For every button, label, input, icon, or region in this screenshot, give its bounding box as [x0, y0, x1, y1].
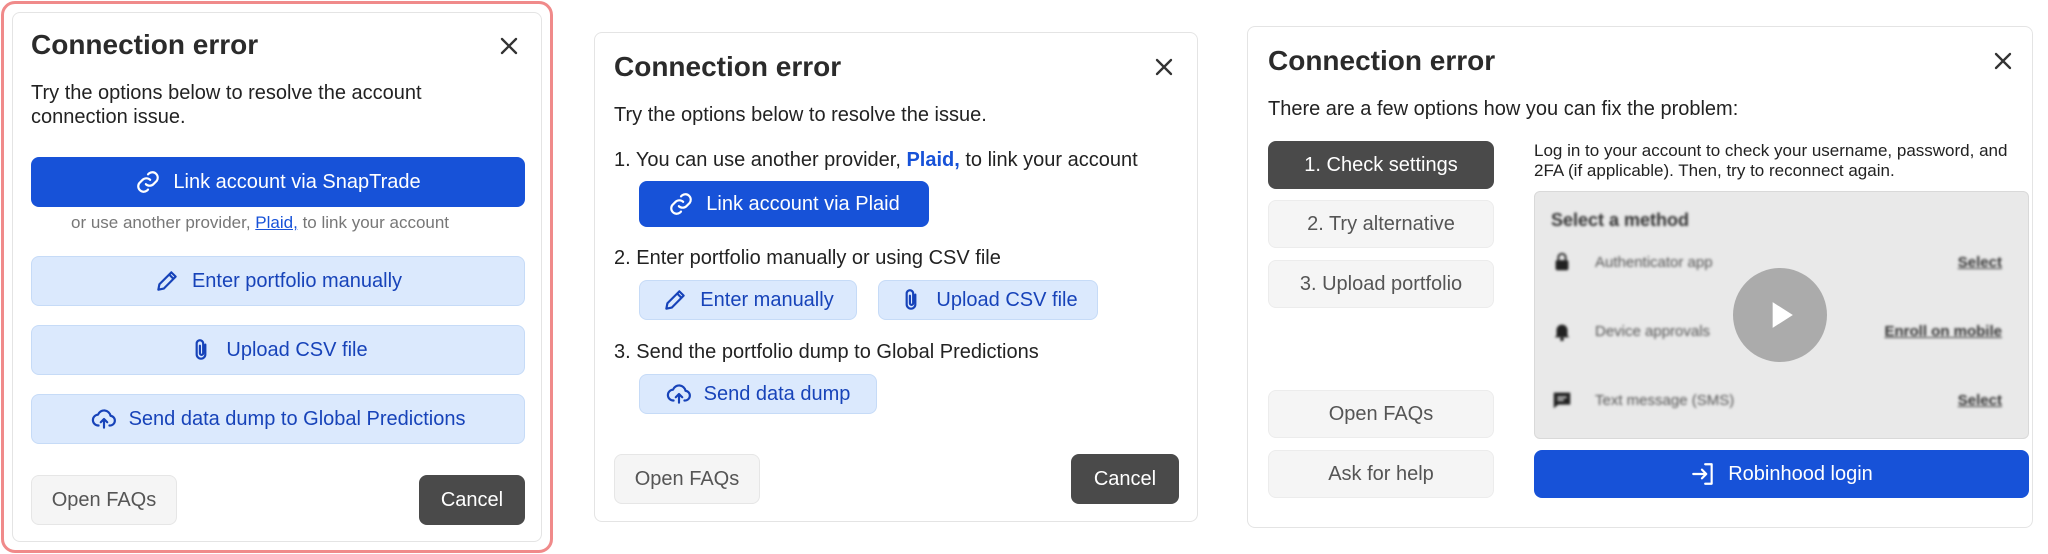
close-icon[interactable]: [1989, 47, 2017, 75]
dialog-description: Try the options below to resolve the acc…: [31, 82, 422, 128]
link-icon: [137, 171, 160, 193]
tutorial-video[interactable]: Select a method Authenticator app Select…: [1534, 191, 2029, 439]
video-row: Text message (SMS) Select: [1551, 386, 2002, 414]
step-3-text: 3. Send the portfolio dump to Global Pre…: [614, 341, 1039, 363]
step-text: to link your account: [965, 149, 1138, 171]
close-icon[interactable]: [1150, 53, 1178, 81]
link-snaptrade-button[interactable]: Link account via SnapTrade: [31, 157, 525, 207]
button-label: Robinhood login: [1728, 462, 1873, 485]
button-label: Cancel: [440, 488, 504, 511]
dialog-plaid: Connection error Try the options below t…: [594, 32, 1198, 522]
button-label: Send data dump: [703, 382, 851, 405]
ask-for-help-button[interactable]: Ask for help: [1268, 450, 1494, 498]
login-icon: [1692, 463, 1713, 485]
paperclip-icon: [195, 339, 207, 360]
button-label: Upload CSV file: [936, 288, 1078, 311]
cancel-button[interactable]: Cancel: [1071, 454, 1179, 504]
video-row-action: Enroll on mobile: [1884, 322, 2002, 340]
dialog-troubleshoot: Connection error There are a few options…: [1247, 26, 2033, 528]
open-faqs-button[interactable]: Open FAQs: [31, 475, 177, 525]
send-dump-button[interactable]: Send data dump to Global Predictions: [31, 394, 525, 444]
link-icon: [670, 193, 693, 215]
dialog-snaptrade: Connection error Try the options below t…: [12, 12, 542, 542]
video-row-action: Select: [1957, 391, 2002, 409]
step-tab-try-alternative[interactable]: 2. Try alternative: [1268, 200, 1494, 248]
video-heading: Select a method: [1551, 210, 1690, 230]
open-faqs-button[interactable]: Open FAQs: [1268, 390, 1494, 438]
upload-csv-button[interactable]: Upload CSV file: [31, 325, 525, 375]
open-faqs-button[interactable]: Open FAQs: [614, 454, 760, 504]
cloud-upload-icon: [91, 409, 116, 429]
step-text: 1. You can use another provider,: [614, 149, 901, 171]
button-label: Cancel: [1093, 467, 1157, 490]
button-label: Upload CSV file: [226, 338, 368, 361]
video-row-action: Select: [1957, 253, 2002, 271]
link-plaid-button[interactable]: Link account via Plaid: [639, 181, 929, 227]
dialog-title: Connection error: [1268, 45, 1496, 76]
step-tab-check-settings[interactable]: 1. Check settings: [1268, 141, 1494, 189]
dialog-title: Connection error: [31, 29, 259, 60]
button-label: Enter manually: [700, 288, 834, 311]
button-label: Open FAQs: [51, 488, 157, 511]
enter-manually-button[interactable]: Enter manually: [639, 280, 857, 320]
cloud-upload-icon: [666, 384, 691, 404]
alt-provider-note: or use another provider, Plaid, to link …: [71, 213, 449, 233]
robinhood-login-button[interactable]: Robinhood login: [1534, 450, 2029, 498]
dialog-description: Try the options below to resolve the iss…: [614, 104, 987, 126]
step-instructions: Log in to your account to check your use…: [1534, 141, 2008, 180]
step-1-text: 1. You can use another provider, Plaid, …: [614, 149, 1138, 172]
plaid-link[interactable]: Plaid,: [255, 213, 298, 232]
lock-icon: [1555, 252, 1569, 271]
button-label: Link account via Plaid: [706, 192, 900, 215]
enter-portfolio-button[interactable]: Enter portfolio manually: [31, 256, 525, 306]
step-tab-upload-portfolio[interactable]: 3. Upload portfolio: [1268, 260, 1494, 308]
pencil-icon: [665, 290, 686, 310]
send-dump-button[interactable]: Send data dump: [639, 374, 877, 414]
note-text: or use another provider,: [71, 213, 251, 232]
step-2-text: 2. Enter portfolio manually or using CSV…: [614, 247, 1001, 269]
button-label: Link account via SnapTrade: [173, 170, 421, 193]
upload-csv-button[interactable]: Upload CSV file: [878, 280, 1098, 320]
button-label: Send data dump to Global Predictions: [128, 407, 466, 430]
button-label: Open FAQs: [634, 467, 740, 490]
message-icon: [1553, 392, 1571, 409]
play-icon[interactable]: [1733, 268, 1827, 362]
note-text: to link your account: [302, 213, 450, 232]
video-row-label: Text message (SMS): [1595, 391, 1735, 409]
button-label: Enter portfolio manually: [191, 269, 403, 292]
close-icon[interactable]: [495, 32, 523, 60]
plaid-link[interactable]: Plaid,: [906, 149, 959, 171]
paperclip-icon: [905, 289, 917, 310]
dialog-title: Connection error: [614, 51, 842, 82]
dialog-description: There are a few options how you can fix …: [1268, 98, 1739, 120]
cancel-button[interactable]: Cancel: [419, 475, 525, 525]
pencil-icon: [157, 271, 177, 291]
bell-icon: [1554, 324, 1570, 342]
